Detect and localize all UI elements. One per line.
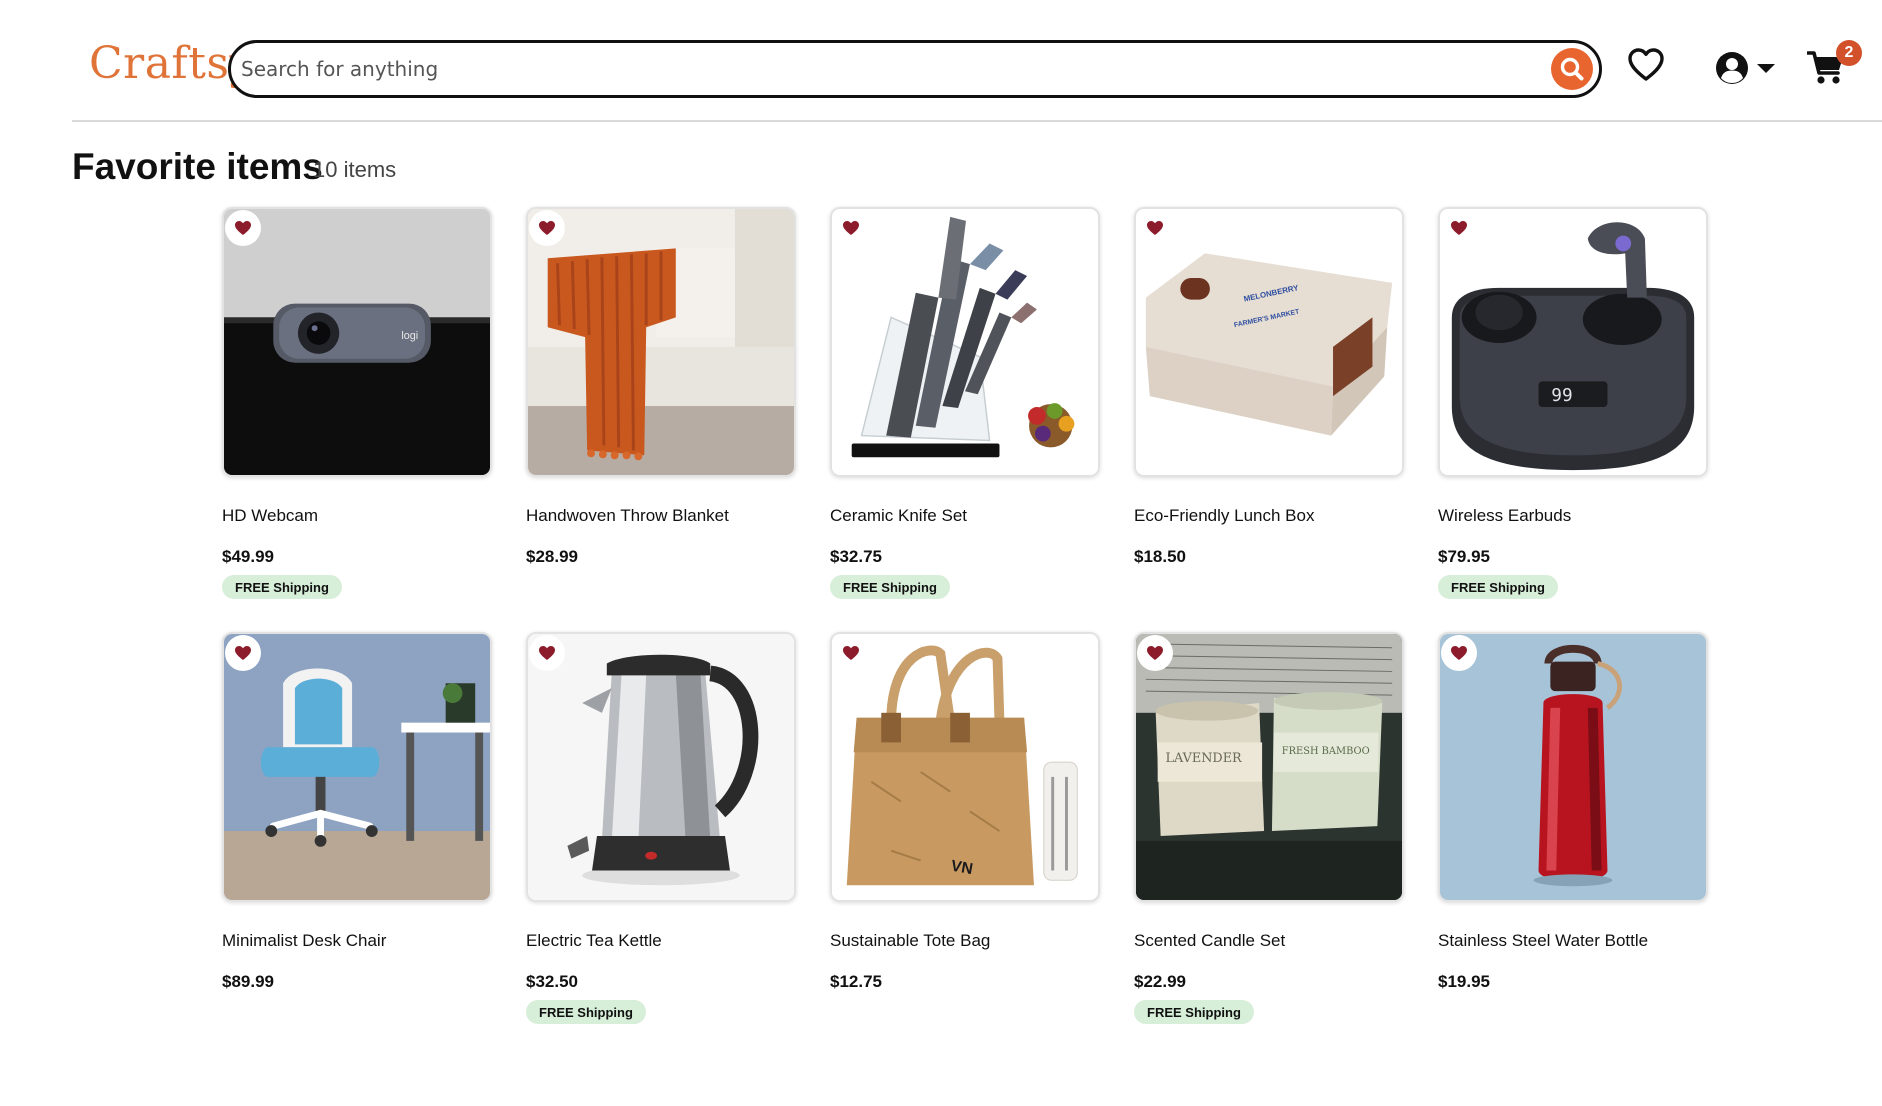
product-price: $79.95 [1438,547,1490,566]
favorite-toggle[interactable] [833,210,869,246]
heart-filled-icon [539,646,555,660]
favorite-toggle[interactable] [225,210,261,246]
product-image-water-bottle[interactable] [1438,632,1708,902]
product-image-tote-bag[interactable]: VN [830,632,1100,902]
free-shipping-badge: FREE Shipping [1438,575,1558,599]
product-price: $22.99 [1134,972,1186,991]
product-image-knife-set[interactable] [830,207,1100,477]
search-icon [1560,57,1584,81]
candle-label-2: FRESH BAMBOO [1282,746,1370,757]
product-price: $32.50 [526,972,578,991]
product-name[interactable]: Ceramic Knife Set [830,506,967,526]
free-shipping-badge: FREE Shipping [222,575,342,599]
search-input[interactable] [241,53,1511,85]
product-name[interactable]: Eco-Friendly Lunch Box [1134,506,1314,526]
product-image-desk-chair[interactable] [222,632,492,902]
item-count: 10 items [313,157,397,182]
product-price: $89.99 [222,972,274,991]
account-menu[interactable] [1714,50,1776,91]
favorite-toggle[interactable] [529,635,565,671]
header-divider [72,120,1882,122]
candle-label-1: LAVENDER [1166,751,1242,766]
product-name[interactable]: HD Webcam [222,506,318,526]
product-price: $28.99 [526,547,578,566]
product-price: $12.75 [830,972,882,991]
product-price: $49.99 [222,547,274,566]
favorite-toggle[interactable] [1137,210,1173,246]
lunch-box-image: MELONBERRY FARMER'S MARKET [1136,209,1402,475]
product-name[interactable]: Sustainable Tote Bag [830,931,990,951]
webcam-image: logi [224,209,490,475]
favorite-toggle[interactable] [1441,210,1477,246]
candle-set-image: LAVENDER FRESH BAMBOO [1136,634,1402,900]
product-price: $32.75 [830,547,882,566]
free-shipping-badge: FREE Shipping [830,575,950,599]
product-price: $19.95 [1438,972,1490,991]
earbuds-image: 99 [1440,209,1706,475]
heart-filled-icon [235,646,251,660]
cart-count-badge: 2 [1836,40,1862,66]
page-title: Favorite items [72,146,323,187]
user-circle-icon [1716,52,1748,84]
caret-down-icon [1757,64,1776,73]
heart-filled-icon [1147,221,1163,235]
earbuds-display: 99 [1551,386,1572,406]
favorites-button[interactable] [1628,48,1664,87]
tote-bag-image: VN [832,634,1098,900]
product-image-throw-blanket[interactable] [526,207,796,477]
favorite-toggle[interactable] [1137,635,1173,671]
search-bar [228,40,1602,98]
product-image-candle-set[interactable]: LAVENDER FRESH BAMBOO [1134,632,1404,902]
product-image-tea-kettle[interactable] [526,632,796,902]
heart-filled-icon [1451,646,1467,660]
favorite-toggle[interactable] [1441,635,1477,671]
heart-filled-icon [539,221,555,235]
desk-chair-image [224,634,490,900]
free-shipping-badge: FREE Shipping [526,1000,646,1024]
site-header: Craftsy 2 [0,0,1882,122]
heart-filled-icon [843,221,859,235]
water-bottle-image [1440,634,1706,900]
product-name[interactable]: Minimalist Desk Chair [222,931,386,951]
blanket-image [528,209,794,475]
knife-set-image [832,209,1098,475]
favorite-toggle[interactable] [833,635,869,671]
tea-kettle-image [528,634,794,900]
product-name[interactable]: Handwoven Throw Blanket [526,506,729,526]
product-name[interactable]: Wireless Earbuds [1438,506,1571,526]
product-name[interactable]: Electric Tea Kettle [526,931,662,951]
favorite-toggle[interactable] [529,210,565,246]
search-button[interactable] [1551,48,1593,90]
heart-filled-icon [1451,221,1467,235]
free-shipping-badge: FREE Shipping [1134,1000,1254,1024]
product-price: $18.50 [1134,547,1186,566]
favorite-toggle[interactable] [225,635,261,671]
product-name[interactable]: Scented Candle Set [1134,931,1285,951]
heart-filled-icon [235,221,251,235]
product-image-hd-webcam[interactable]: logi [222,207,492,477]
product-image-lunch-box[interactable]: MELONBERRY FARMER'S MARKET [1134,207,1404,477]
heart-outline-icon [1628,48,1664,81]
product-name[interactable]: Stainless Steel Water Bottle [1438,931,1648,951]
webcam-brand-label: logi [401,330,418,342]
product-image-earbuds[interactable]: 99 [1438,207,1708,477]
heart-filled-icon [1147,646,1163,660]
heart-filled-icon [843,646,859,660]
